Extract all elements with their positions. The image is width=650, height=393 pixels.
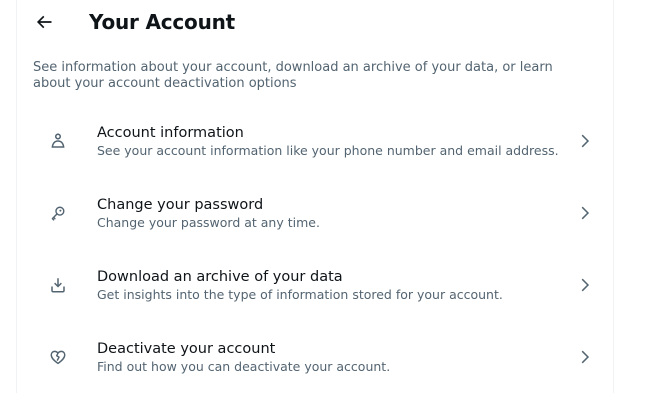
person-icon: [48, 131, 68, 151]
menu-item-account-information[interactable]: Account information See your account inf…: [17, 105, 613, 177]
menu-item-change-password[interactable]: Change your password Change your passwor…: [17, 177, 613, 249]
key-icon: [48, 203, 68, 223]
menu-item-label: Deactivate your account: [97, 341, 276, 357]
menu-item-label: Account information: [97, 125, 244, 141]
page-title: Your Account: [89, 10, 236, 34]
menu-item-deactivate-account[interactable]: Deactivate your account Find out how you…: [17, 321, 613, 393]
page-description: See information about your account, down…: [33, 60, 553, 91]
chevron-right-icon: [575, 347, 595, 367]
page-header: Your Account: [17, 0, 613, 46]
account-menu: Account information See your account inf…: [17, 105, 613, 393]
broken-heart-icon: [48, 347, 68, 367]
chevron-right-icon: [575, 131, 595, 151]
chevron-right-icon: [575, 203, 595, 223]
chevron-right-icon: [575, 275, 595, 295]
menu-item-label: Download an archive of your data: [97, 269, 343, 285]
arrow-left-icon: [36, 15, 52, 29]
back-button[interactable]: [28, 6, 60, 38]
menu-item-sublabel: Change your password at any time.: [97, 215, 320, 230]
menu-item-sublabel: Get insights into the type of informatio…: [97, 287, 503, 302]
menu-item-download-archive[interactable]: Download an archive of your data Get ins…: [17, 249, 613, 321]
account-panel: Your Account See information about your …: [16, 0, 614, 393]
menu-item-sublabel: Find out how you can deactivate your acc…: [97, 359, 391, 374]
download-icon: [48, 275, 68, 295]
menu-item-sublabel: See your account information like your p…: [97, 143, 559, 158]
menu-item-label: Change your password: [97, 197, 264, 213]
